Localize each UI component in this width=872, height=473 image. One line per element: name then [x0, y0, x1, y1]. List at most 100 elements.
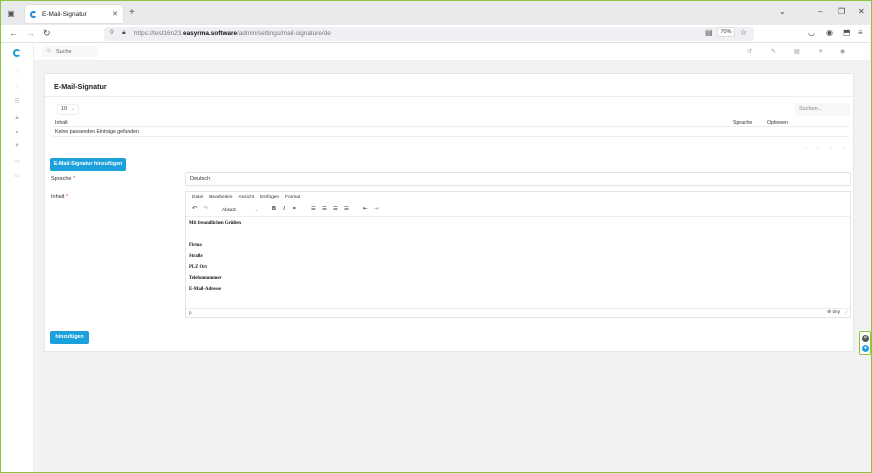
- app-header: ○ Suche ↺ ✎ ▤ ☀ ◉: [34, 43, 870, 61]
- empty-table-message: Keine passenden Einträge gefunden: [55, 129, 139, 135]
- signature-line: Telefonnummer: [189, 276, 222, 281]
- table-bottom-line: [53, 136, 849, 137]
- tab-strip: ▣ E-Mail-Signatur ✕ + ⌄ – ❐ ✕: [1, 1, 870, 25]
- pocket-icon[interactable]: ◡: [808, 28, 815, 37]
- bold-icon[interactable]: B: [272, 205, 276, 213]
- pager-first-icon[interactable]: –: [804, 145, 807, 151]
- easyrma-logo[interactable]: [13, 49, 21, 57]
- truck-icon[interactable]: ▤: [794, 48, 800, 55]
- signature-line: Mit freundlichen Grüßen: [189, 221, 241, 226]
- editor-menubar: Datei Bearbeiten Ansicht Einfügen Format: [186, 192, 850, 203]
- reload-icon[interactable]: ↻: [43, 28, 51, 39]
- new-tab-icon[interactable]: +: [129, 7, 135, 18]
- align-right-icon[interactable]: ☰: [333, 205, 338, 213]
- bulb-icon[interactable]: ☀: [818, 48, 823, 55]
- sidebar-box-icon[interactable]: ▭: [13, 159, 21, 165]
- element-path[interactable]: p: [189, 310, 192, 315]
- align-center-icon[interactable]: ☰: [322, 205, 327, 213]
- avatar-icon[interactable]: ◉: [840, 48, 845, 55]
- table-header-line: [53, 126, 849, 127]
- bookmark-star-icon[interactable]: ☆: [740, 28, 747, 37]
- divider: [45, 96, 853, 97]
- sidebar-dashboard-icon[interactable]: ⁘: [13, 69, 21, 75]
- chevron-down-icon[interactable]: ⌄: [779, 7, 786, 16]
- submit-add-button[interactable]: hinzufügen: [50, 331, 89, 344]
- pager-prev-icon[interactable]: ‹: [817, 145, 819, 151]
- shield-icon[interactable]: ◊: [110, 29, 113, 36]
- align-left-icon[interactable]: ☰: [311, 205, 316, 213]
- block-format-select[interactable]: Absatz ⌄: [220, 205, 260, 214]
- app-favicon-icon: [30, 10, 37, 18]
- url-text: https://test16n23.easyrma.software/admin…: [134, 30, 331, 37]
- browser-tab[interactable]: E-Mail-Signatur ✕: [25, 5, 123, 23]
- navigation-bar: ← → ↻ ◊ 🔒︎ https://test16n23.easyrma.sof…: [1, 25, 870, 43]
- editor-statusbar: p ⊘ tiny ⟋: [186, 308, 850, 317]
- extensions-icon[interactable]: ⬒: [843, 28, 851, 37]
- page-title: E-Mail-Signatur: [54, 82, 107, 91]
- tab-list-icon[interactable]: ▣: [1, 1, 21, 25]
- zoom-level[interactable]: 70%: [717, 27, 735, 37]
- pager-next-icon[interactable]: ›: [830, 145, 832, 151]
- chevron-down-icon: ⌄: [70, 106, 75, 112]
- menu-edit[interactable]: Bearbeiten: [209, 195, 232, 200]
- sidebar-settings-icon[interactable]: ▭: [13, 173, 21, 179]
- history-icon[interactable]: ↺: [747, 48, 752, 55]
- main-content: E-Mail-Signatur 10 ⌄ Suchen... Inhalt Sp…: [34, 61, 870, 472]
- floating-widget: ✕ ●: [859, 331, 871, 355]
- reader-view-icon[interactable]: ▤: [705, 28, 713, 37]
- rich-text-editor: Datei Bearbeiten Ansicht Einfügen Format…: [185, 191, 851, 318]
- tiny-logo[interactable]: ⊘ tiny: [827, 310, 840, 315]
- minimize-icon[interactable]: –: [818, 7, 822, 16]
- signature-line: Straße: [189, 254, 203, 259]
- undo-icon[interactable]: ↶: [192, 205, 197, 213]
- close-tab-icon[interactable]: ✕: [112, 10, 118, 18]
- language-label: Sprache *: [51, 176, 76, 182]
- add-signature-button[interactable]: E-Mail-Signatur hinzufügen: [50, 158, 126, 171]
- signature-line: PLZ Ort: [189, 265, 207, 270]
- back-icon[interactable]: ←: [9, 28, 18, 38]
- address-bar[interactable]: ◊ 🔒︎ https://test16n23.easyrma.software/…: [104, 27, 754, 41]
- language-field[interactable]: Deutsch: [185, 172, 851, 186]
- restore-icon[interactable]: ❐: [838, 7, 845, 16]
- link-icon[interactable]: ⚭: [292, 205, 297, 213]
- pager-last-icon[interactable]: –: [842, 145, 845, 151]
- tiny-icon: ⊘: [827, 310, 832, 315]
- signature-card: E-Mail-Signatur 10 ⌄ Suchen... Inhalt Sp…: [44, 73, 854, 352]
- signature-line: E-Mail-Adresse: [189, 287, 222, 292]
- editor-divider: [186, 216, 850, 217]
- redo-icon[interactable]: ↷: [203, 205, 208, 213]
- global-search-input[interactable]: ○ Suche: [42, 46, 98, 57]
- widget-toggle-icon[interactable]: ●: [862, 345, 869, 352]
- menu-insert[interactable]: Einfügen: [260, 195, 279, 200]
- indent-icon[interactable]: ⇥: [374, 205, 379, 213]
- close-widget-icon[interactable]: ✕: [862, 335, 869, 342]
- app-sidebar: ⁘ ⫶ ☰ ▲ ▴ ▼ ▭ ▭: [1, 43, 34, 472]
- content-label: Inhalt *: [51, 194, 69, 200]
- close-window-icon[interactable]: ✕: [858, 7, 865, 16]
- signature-line: Firma: [189, 243, 202, 248]
- sidebar-filter-icon[interactable]: ▼: [13, 143, 21, 149]
- menu-file[interactable]: Datei: [192, 195, 203, 200]
- sidebar-list-icon[interactable]: ☰: [13, 99, 21, 105]
- account-icon[interactable]: ◉: [826, 28, 833, 37]
- lock-icon[interactable]: 🔒︎: [122, 29, 126, 37]
- tab-title: E-Mail-Signatur: [42, 10, 87, 18]
- italic-icon[interactable]: I: [283, 205, 285, 213]
- wrench-icon[interactable]: ✎: [771, 48, 776, 55]
- table-search-input[interactable]: Suchen...: [795, 103, 850, 116]
- search-icon: ○: [47, 48, 51, 54]
- menu-view[interactable]: Ansicht: [238, 195, 254, 200]
- resize-handle-icon[interactable]: ⟋: [845, 310, 848, 315]
- editor-toolbar: ↶ ↷ Absatz ⌄ B I ⚭ ☰ ☰ ☰ ☰ ⇤ ⇥: [186, 203, 850, 215]
- menu-format[interactable]: Format: [285, 195, 300, 200]
- sidebar-users-icon[interactable]: ▴: [13, 129, 21, 135]
- forward-icon[interactable]: →: [26, 28, 35, 38]
- align-justify-icon[interactable]: ☰: [344, 205, 349, 213]
- sidebar-user-icon[interactable]: ▲: [13, 115, 21, 121]
- sidebar-pin-icon[interactable]: ⫶: [13, 85, 21, 91]
- browser-window: ▣ E-Mail-Signatur ✕ + ⌄ – ❐ ✕ ← → ↻ ◊ 🔒︎…: [0, 0, 872, 473]
- outdent-icon[interactable]: ⇤: [363, 205, 368, 213]
- menu-icon[interactable]: ≡: [858, 28, 863, 37]
- page-size-select[interactable]: 10 ⌄: [57, 104, 79, 115]
- chevron-down-icon: ⌄: [254, 206, 258, 212]
